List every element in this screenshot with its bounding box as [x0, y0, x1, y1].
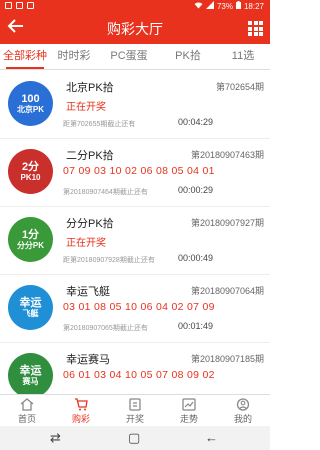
cart-icon	[74, 398, 88, 411]
wifi-icon	[194, 1, 203, 11]
lottery-name: 幸运赛马	[66, 354, 110, 366]
tab-all-lotteries[interactable]: 全部彩种	[0, 44, 50, 69]
battery-percent: 73%	[216, 1, 233, 11]
lottery-name: 二分PK拾	[66, 150, 114, 162]
tab-11-choose-5[interactable]: 11选	[216, 44, 270, 69]
category-tabs: 全部彩种 时时彩 PC蛋蛋 PK拾 11选	[0, 44, 270, 70]
deadline-label: 第20180907464期截止还有	[63, 189, 148, 196]
winning-numbers: 07 09 03 10 02 06 08 05 04 01	[63, 165, 215, 177]
tab-pc-dandan[interactable]: PC蛋蛋	[98, 44, 160, 69]
lucky-horse-logo: 幸运 赛马	[8, 353, 53, 394]
back-button-icon[interactable]: ←	[205, 430, 218, 445]
2min-pk10-logo: 2分 PK10	[8, 149, 53, 194]
issue-number: 第702654期	[215, 82, 264, 92]
message-icon	[27, 2, 34, 9]
countdown: 00:00:49	[178, 253, 214, 263]
lucky-airship-logo: 幸运 飞艇	[8, 285, 53, 330]
lottery-item-2min-pk10[interactable]: 2分 PK10 二分PK拾 第20180907463期 07 09 03 10 …	[0, 139, 270, 207]
issue-number: 第20180907463期	[190, 150, 264, 160]
deadline-label: 距第702655期截止还有	[63, 121, 136, 128]
issue-number: 第20180907927期	[190, 218, 264, 228]
lottery-item-beijing-pk10[interactable]: 100 北京PK 北京PK拾 第702654期 正在开奖 距第702655期截止…	[0, 71, 270, 139]
lottery-item-lucky-airship[interactable]: 幸运 飞艇 幸运飞艇 第20180907064期 03 01 08 05 10 …	[0, 275, 270, 343]
lottery-list: 100 北京PK 北京PK拾 第702654期 正在开奖 距第702655期截止…	[0, 71, 270, 394]
nav-buy[interactable]: 购彩	[54, 395, 108, 426]
winning-numbers: 03 01 08 05 10 06 04 02 07 09	[63, 301, 215, 313]
mail-icon	[5, 2, 12, 9]
grid-menu-icon[interactable]	[248, 21, 263, 36]
1min-pk10-logo: 1分 分分PK	[8, 217, 53, 262]
status-bar: 73% 18:27	[0, 0, 270, 13]
image-icon	[16, 2, 23, 9]
recent-apps-icon[interactable]: ⇄	[50, 430, 61, 446]
beijing-pk10-logo: 100 北京PK	[8, 81, 53, 126]
nav-trends[interactable]: 走势	[162, 395, 216, 426]
lottery-name: 幸运飞艇	[66, 286, 110, 298]
app-header: 购彩大厅	[0, 13, 270, 44]
deadline-label: 第20180907065期截止还有	[63, 325, 148, 332]
trophy-icon	[128, 398, 142, 411]
countdown: 00:01:49	[178, 321, 214, 331]
countdown: 00:00:29	[178, 185, 214, 195]
lottery-name: 北京PK拾	[66, 82, 114, 94]
home-icon	[20, 398, 34, 411]
lottery-name: 分分PK拾	[66, 218, 114, 230]
page-title: 购彩大厅	[107, 21, 163, 37]
battery-icon	[235, 1, 241, 11]
clock: 18:27	[243, 1, 264, 11]
nav-draw-results[interactable]: 开奖	[108, 395, 162, 426]
drawing-status: 正在开奖	[66, 238, 106, 249]
bottom-nav: 首页 购彩 开奖 走势 我的	[0, 394, 270, 426]
nav-home[interactable]: 首页	[0, 395, 54, 426]
nav-profile[interactable]: 我的	[216, 395, 270, 426]
lottery-item-1min-pk10[interactable]: 1分 分分PK 分分PK拾 第20180907927期 正在开奖 距第20180…	[0, 207, 270, 275]
drawing-status: 正在开奖	[66, 102, 106, 113]
signal-icon	[205, 1, 214, 11]
lottery-item-lucky-horse[interactable]: 幸运 赛马 幸运赛马 第20180907185期 06 01 03 04 10 …	[0, 343, 270, 394]
chart-icon	[182, 398, 196, 411]
countdown: 00:04:29	[178, 117, 214, 127]
tab-shishicai[interactable]: 时时彩	[50, 44, 98, 69]
winning-numbers: 06 01 03 04 10 05 07 08 09 02	[63, 369, 215, 381]
tab-pk10[interactable]: PK拾	[160, 44, 216, 69]
deadline-label: 距第20180907928期截止还有	[63, 257, 155, 264]
notification-icons	[5, 2, 34, 9]
issue-number: 第20180907185期	[190, 354, 264, 364]
home-button-icon[interactable]: ▢	[128, 430, 140, 446]
issue-number: 第20180907064期	[190, 286, 264, 296]
system-nav-bar: ⇄ ▢ ←	[0, 426, 270, 450]
user-icon	[236, 398, 250, 411]
